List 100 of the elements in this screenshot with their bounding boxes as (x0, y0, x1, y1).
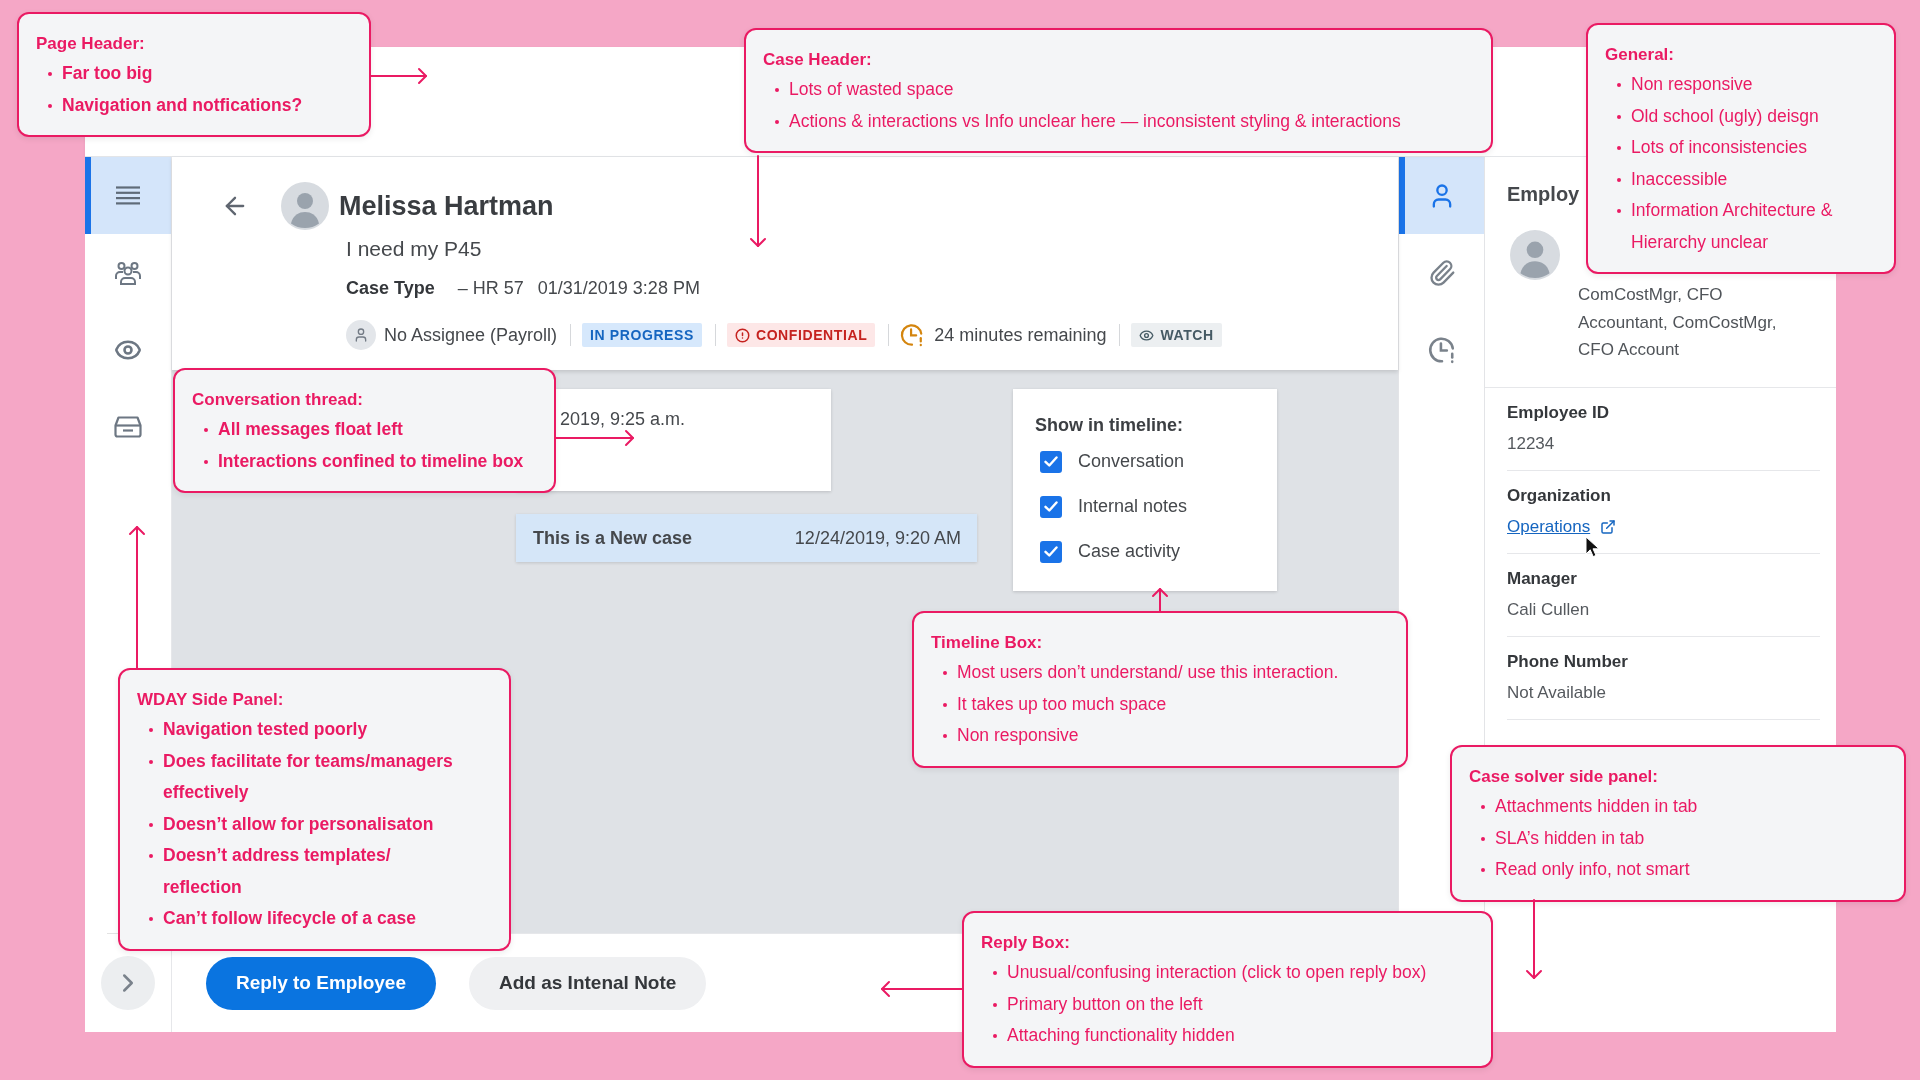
annotation-title: Case Header: (763, 49, 873, 71)
option-label: Conversation (1078, 451, 1185, 472)
annotation-title: Reply Box: (981, 932, 1071, 954)
nav-item[interactable] (85, 157, 171, 234)
annotation-point: Does facilitate for teams/managers effectively (163, 749, 454, 804)
field-label: Employee ID (1507, 401, 1611, 424)
reply-button[interactable]: Reply to Employee (206, 956, 436, 1010)
bullet-icon (1481, 836, 1485, 841)
annotation-point: Doesn’t allow for personalisaton (163, 812, 434, 836)
paperclip-icon (1427, 258, 1456, 287)
user-icon (346, 320, 376, 350)
bullet-icon (149, 854, 153, 858)
annotation-point: Lots of wasted space (789, 78, 954, 101)
bullet-icon (1617, 209, 1621, 213)
annotation-point: Can’t follow lifecycle of a case (163, 907, 416, 930)
annotation-title: Conversation thread: (192, 389, 364, 411)
annotation-point: Attaching functionality hidden (1007, 1024, 1235, 1047)
annotation-point: Inaccessible (1631, 167, 1728, 191)
people-icon (115, 260, 141, 285)
annotation-point: Old school (ugly) deisgn (1631, 104, 1819, 128)
annotation-point: Attachments hidden in tab (1495, 795, 1698, 818)
clock-alert-icon (900, 323, 925, 347)
filter-title: Show in timeline: (1035, 414, 1184, 437)
time-remaining: 24 minutes remaining (934, 324, 1107, 346)
employee-name: Melissa Hartman (339, 190, 554, 223)
case-date: 01/31/2019 3:28 PM (537, 277, 700, 300)
cursor-icon (1585, 536, 1600, 558)
checkbox[interactable] (1040, 540, 1062, 563)
bullet-icon (993, 1034, 997, 1038)
bullet-icon (943, 671, 947, 675)
bullet-icon (993, 971, 997, 975)
bullet-icon (48, 72, 52, 76)
avatar-silhouette (1510, 230, 1560, 280)
external-link-icon (1600, 518, 1617, 535)
bullet-icon (993, 1002, 997, 1007)
annotation-title: Case solver side panel: (1469, 766, 1659, 788)
menu-icon (116, 186, 140, 205)
note-button[interactable]: Add as Intenal Note (469, 956, 707, 1010)
bullet-icon (943, 734, 947, 738)
bullet-icon (204, 428, 208, 432)
annotation-point: Actions & interactions vs Info unclear here — inconsistent styling & interactions (789, 109, 1401, 133)
annotation-point: Lots of inconsistencies (1631, 136, 1808, 159)
bullet-icon (204, 459, 208, 464)
annotation-point: Far too big (62, 62, 153, 85)
bullet-icon (149, 728, 153, 732)
annotation-point: Information Architecture & Hierarchy unclear (1631, 199, 1834, 254)
annotation-title: WDAY Side Panel: (137, 689, 285, 711)
annotation-point: Non responsive (957, 724, 1079, 747)
assignee-name: No Assignee (Payroll) (384, 324, 558, 346)
field-label: Manager (1507, 567, 1578, 590)
case-subject: I need my P45 (346, 236, 483, 262)
message-timestamp: 2019, 9:25 a.m. (560, 409, 686, 429)
check-icon (1044, 546, 1058, 557)
bullet-icon (48, 103, 52, 108)
annotation-point: Interactions confined to timeline box (218, 449, 524, 473)
check-icon (1044, 456, 1058, 467)
annotation-title: General: (1605, 44, 1675, 66)
annotation-point: Non responsive (1631, 73, 1753, 96)
annotation-point: Unusual/confusing interaction (click to open reply box) (1007, 961, 1427, 984)
annotation-point: Navigation and notfications? (62, 93, 303, 117)
checkbox[interactable] (1040, 495, 1062, 518)
annotation-point: Primary button on the left (1007, 992, 1203, 1016)
event-time: 12/24/2019, 9:20 AM (794, 527, 961, 549)
status-tag: IN PROGRESS (582, 323, 702, 347)
annotation-point: Most users don’t understand/ use this interaction. (957, 661, 1339, 684)
annotation-title: Timeline Box: (931, 632, 1044, 654)
tray-icon (114, 415, 142, 438)
side-tab[interactable] (1399, 157, 1484, 234)
bullet-icon (1617, 83, 1621, 87)
bullet-icon (775, 88, 779, 92)
bullet-icon (1481, 868, 1485, 872)
panel-title: Employ (1507, 182, 1581, 207)
alert-icon (734, 327, 750, 343)
bullet-icon (149, 917, 153, 921)
field-value: Cali Cullen (1507, 599, 1590, 619)
employee-roles: ComCostMgr, CFO Accountant, ComCostMgr, CFO Account (1578, 284, 1778, 361)
bullet-icon (1617, 114, 1621, 119)
annotation-point: All messages float left (218, 418, 403, 441)
expand-button[interactable] (101, 956, 155, 1010)
checkbox[interactable] (1040, 450, 1062, 473)
bullet-icon (1481, 805, 1485, 809)
field-value: Not Available (1507, 682, 1606, 702)
clock-alert-icon (1427, 335, 1456, 364)
check-icon (1044, 501, 1058, 512)
watch-button[interactable]: WATCH (1131, 323, 1222, 347)
field-value: 12234 (1507, 433, 1555, 453)
case-type-value: – HR 57 (457, 277, 524, 300)
bullet-icon (149, 822, 153, 827)
annotation-point: Navigation tested poorly (163, 718, 368, 741)
field-label: Phone Number (1507, 650, 1629, 673)
annotation-point: SLA’s hidden in tab (1495, 826, 1645, 850)
tag-label: CONFIDENTIAL (755, 326, 868, 345)
option-label: Case activity (1078, 541, 1181, 562)
bullet-icon (943, 702, 947, 707)
annotation-point: It takes up too much space (957, 692, 1167, 716)
avatar-silhouette (281, 182, 329, 230)
annotation-title: Page Header: (36, 33, 146, 55)
bullet-icon (1617, 177, 1621, 182)
field-link[interactable]: Operations (1507, 514, 1617, 539)
bullet-icon (775, 119, 779, 124)
